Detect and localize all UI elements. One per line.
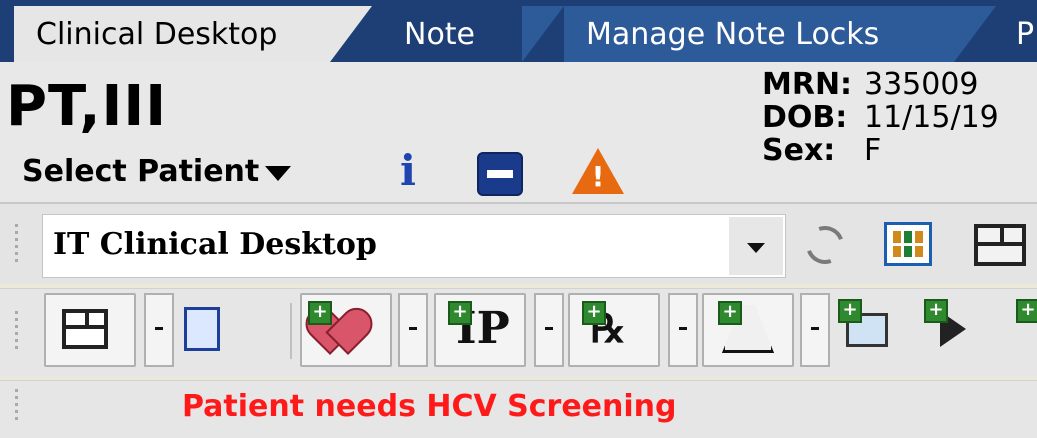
toolbar-separator	[290, 303, 292, 359]
chevron-down-icon[interactable]	[729, 217, 783, 275]
grid-icon[interactable]	[884, 222, 932, 266]
add-lab-button[interactable]: +	[702, 293, 794, 367]
plus-icon: +	[1016, 299, 1037, 323]
add-vitals-button[interactable]: +	[300, 293, 392, 367]
tab-notch	[330, 6, 372, 62]
warning-icon-mark: !	[591, 160, 605, 193]
patient-name: PT,III	[6, 74, 168, 139]
minus-icon[interactable]	[477, 152, 523, 196]
refresh-icon[interactable]	[799, 219, 851, 271]
ip-dropdown-button[interactable]	[534, 293, 564, 367]
plus-icon: +	[308, 301, 332, 325]
chevron-down-icon	[265, 166, 292, 181]
plus-icon: +	[448, 301, 472, 325]
tab-label: Note	[404, 16, 476, 52]
patient-header: PT,III Select Patient i ! MRN: 335009 DOB…	[0, 62, 1037, 204]
dob-label: DOB:	[762, 100, 848, 135]
layout-icon	[62, 309, 108, 349]
sex-row: Sex: F	[762, 134, 999, 167]
demographics: MRN: 335009 DOB: 11/15/19 Sex: F	[762, 68, 999, 167]
dob-row: DOB: 11/15/19	[762, 101, 999, 134]
mrn-value: 335009	[864, 67, 979, 102]
desktop-selector-bar: IT Clinical Desktop	[0, 204, 1037, 284]
toolbar-grip[interactable]	[14, 307, 20, 353]
select-patient-label: Select Patient	[22, 154, 260, 189]
tab-label: Clinical Desktop	[36, 16, 278, 52]
plus-icon: +	[924, 299, 948, 323]
dob-value: 11/15/19	[864, 100, 999, 135]
tab-clinical-desktop[interactable]: Clinical Desktop	[14, 6, 330, 62]
add-rx-button[interactable]: ℞ +	[568, 293, 660, 367]
toolbar-grip[interactable]	[14, 220, 20, 266]
patient-card-icon	[184, 307, 220, 351]
action-toolbar: + IP + ℞ + + + + +	[0, 288, 1037, 377]
tab-bar: Clinical Desktop Note Manage Note Locks …	[0, 0, 1037, 62]
add-ip-button[interactable]: IP +	[434, 293, 526, 367]
info-icon[interactable]: i	[400, 146, 416, 195]
plus-icon: +	[718, 301, 742, 325]
select-patient-button[interactable]: Select Patient	[22, 154, 292, 189]
forward-button[interactable]: +	[920, 293, 980, 367]
rx-dropdown-button[interactable]	[668, 293, 698, 367]
vitals-dropdown-button[interactable]	[398, 293, 428, 367]
tab-label: Manage Note Locks	[586, 16, 880, 52]
patient-card-button[interactable]	[178, 293, 224, 367]
tab-divider	[954, 6, 996, 62]
plus-icon: +	[582, 301, 606, 325]
reminder-bar: Patient needs HCV Screening	[0, 380, 1037, 438]
desktop-select[interactable]: IT Clinical Desktop	[42, 214, 786, 278]
hcv-reminder[interactable]: Patient needs HCV Screening	[182, 389, 677, 424]
tab-manage-note-locks[interactable]: Manage Note Locks	[564, 6, 954, 62]
layout-dropdown-button[interactable]	[144, 293, 174, 367]
desktop-select-value: IT Clinical Desktop	[53, 227, 377, 262]
mrn-label: MRN:	[762, 67, 853, 102]
add-education-button[interactable]: +	[838, 293, 896, 367]
toolbar-grip[interactable]	[14, 385, 20, 424]
sex-value: F	[864, 133, 882, 168]
overflow-button[interactable]: +	[1010, 293, 1037, 367]
lab-dropdown-button[interactable]	[800, 293, 830, 367]
mrn-row: MRN: 335009	[762, 68, 999, 101]
tab-more[interactable]: P	[996, 6, 1037, 62]
sex-label: Sex:	[762, 133, 836, 168]
tab-note[interactable]: Note	[384, 6, 522, 62]
tab-divider	[522, 6, 564, 62]
tab-label: P	[1016, 16, 1035, 52]
layout-icon[interactable]	[974, 224, 1026, 266]
layout-button[interactable]	[44, 293, 136, 367]
plus-icon: +	[838, 299, 862, 323]
